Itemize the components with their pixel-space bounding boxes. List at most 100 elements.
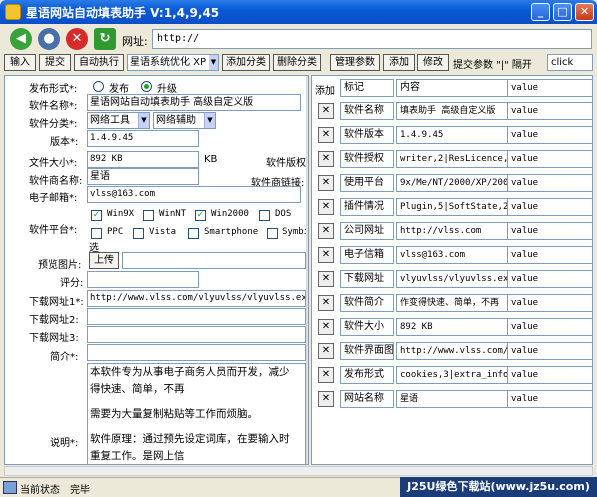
download2-input[interactable] bbox=[87, 308, 306, 325]
delete-row-icon[interactable]: ✕ bbox=[318, 175, 334, 191]
input-button[interactable]: 输入 bbox=[4, 54, 36, 71]
grid-cell-value[interactable]: value bbox=[507, 198, 592, 216]
grid-cell-mark[interactable]: 网站名称 bbox=[340, 390, 394, 408]
grid-cell-mark[interactable]: 软件版本 bbox=[340, 126, 394, 144]
download3-input[interactable] bbox=[87, 326, 306, 343]
preview-input[interactable] bbox=[122, 252, 306, 269]
delete-row-icon[interactable]: ✕ bbox=[318, 127, 334, 143]
param-input[interactable]: click bbox=[547, 54, 593, 71]
close-button[interactable]: ✕ bbox=[575, 3, 594, 21]
grid-cell-value[interactable]: value bbox=[507, 318, 592, 336]
grid-cell-content[interactable]: http://www.vlss.com/v bbox=[396, 342, 508, 360]
delete-row-icon[interactable]: ✕ bbox=[318, 151, 334, 167]
grid-cell-mark[interactable]: 公司网址 bbox=[340, 222, 394, 240]
add-category-button[interactable]: 添加分类 bbox=[222, 54, 270, 71]
grid-cell-content[interactable]: 9x/Me/NT/2000/XP/2003 bbox=[396, 174, 508, 192]
platform-checkbox-dos[interactable] bbox=[259, 210, 270, 221]
form-scrollbar[interactable] bbox=[306, 76, 308, 464]
grid-cell-content[interactable]: 作变得快速、简单，不再 bbox=[396, 294, 508, 312]
grid-cell-content[interactable]: vlss@163.com bbox=[396, 246, 508, 264]
platform-checkbox-smartphone[interactable] bbox=[188, 228, 199, 239]
grid-cell-content[interactable]: Plugin,5|SoftState,2 bbox=[396, 198, 508, 216]
upload-button[interactable]: 上传 bbox=[89, 252, 119, 269]
delete-row-icon[interactable]: ✕ bbox=[318, 343, 334, 359]
grid-cell-value[interactable]: value bbox=[507, 390, 592, 408]
publish-radio[interactable] bbox=[93, 81, 104, 92]
delete-row-icon[interactable]: ✕ bbox=[318, 271, 334, 287]
grid-cell-mark[interactable]: 软件大小 bbox=[340, 318, 394, 336]
platform-checkbox-win9x[interactable]: ✓ bbox=[91, 210, 102, 221]
grid-cell-content[interactable]: http://vlss.com bbox=[396, 222, 508, 240]
delete-row-icon[interactable]: ✕ bbox=[318, 247, 334, 263]
grid-cell-content[interactable]: cookies,3|extra_info, bbox=[396, 366, 508, 384]
grid-cell-mark[interactable]: 下载网址 bbox=[340, 270, 394, 288]
grid-cell-mark[interactable]: 发布形式 bbox=[340, 366, 394, 384]
category-select[interactable]: 星语系统优化 XP ▼ bbox=[127, 54, 219, 71]
grid-cell-content[interactable]: 892 KB bbox=[396, 318, 508, 336]
upgrade-radio[interactable] bbox=[141, 81, 152, 92]
description-textarea[interactable]: 本软件专为从事电子商务人员而开发，减少 得快速、简单，不再 需要为大量复制粘贴等… bbox=[87, 363, 306, 464]
maximize-button[interactable]: □ bbox=[553, 3, 572, 21]
grid-cell-value[interactable]: value bbox=[507, 102, 592, 120]
grid-cell-content[interactable]: vlyuvlss/vlyuvlss.exe bbox=[396, 270, 508, 288]
grid-cell-value[interactable]: value bbox=[507, 294, 592, 312]
grid-cell-mark[interactable]: 电子信箱 bbox=[340, 246, 394, 264]
grid-cell-mark[interactable]: 软件名称 bbox=[340, 102, 394, 120]
grid-cell-content[interactable]: 填表助手 高级自定义版 bbox=[396, 102, 508, 120]
version-input[interactable]: 1.4.9.45 bbox=[87, 130, 199, 147]
category2-select[interactable]: 网络辅助 ▼ bbox=[153, 112, 216, 129]
grid-cell-content[interactable]: writer,2|ResLicence,3 bbox=[396, 150, 508, 168]
add-button[interactable]: 添加 bbox=[383, 54, 415, 71]
category1-select[interactable]: 网络工具 ▼ bbox=[87, 112, 150, 129]
grid-cell-mark[interactable]: 使用平台 bbox=[340, 174, 394, 192]
grid-cell-mark[interactable]: 软件界面图 bbox=[340, 342, 394, 360]
download1-input[interactable]: http://www.vlss.com/vlyuvlss/vlyuvlss.ex… bbox=[87, 290, 306, 307]
delete-row-icon[interactable]: ✕ bbox=[318, 223, 334, 239]
grid-cell-content[interactable]: 星语 bbox=[396, 390, 508, 408]
grid-cell-value[interactable]: value bbox=[507, 222, 592, 240]
back-icon[interactable]: ◀ bbox=[10, 28, 32, 50]
rating-input[interactable] bbox=[87, 271, 199, 288]
grid-header-content: 内容 bbox=[396, 79, 508, 97]
edit-button[interactable]: 修改 bbox=[417, 54, 449, 71]
minimize-button[interactable]: _ bbox=[531, 3, 550, 21]
grid-cell-value[interactable]: value bbox=[507, 270, 592, 288]
refresh-icon[interactable]: ↻ bbox=[94, 28, 116, 50]
delete-row-icon[interactable]: ✕ bbox=[318, 319, 334, 335]
intro-input[interactable] bbox=[87, 344, 306, 361]
horizontal-scrollbar[interactable] bbox=[4, 466, 593, 476]
vendor-input[interactable]: 星语 bbox=[87, 168, 199, 185]
name-input[interactable]: 星语网站自动填表助手 高级自定义版 bbox=[87, 94, 301, 111]
platform-checkbox-winnt[interactable] bbox=[143, 210, 154, 221]
grid-cell-value[interactable]: value bbox=[507, 246, 592, 264]
grid-cell-value[interactable]: value bbox=[507, 342, 592, 360]
delete-row-icon[interactable]: ✕ bbox=[318, 199, 334, 215]
url-input[interactable]: http:// bbox=[152, 29, 592, 49]
delete-category-button[interactable]: 删除分类 bbox=[273, 54, 321, 71]
grid-cell-content[interactable]: 1.4.9.45 bbox=[396, 126, 508, 144]
email-input[interactable]: vlss@163.com bbox=[87, 186, 301, 203]
stop-icon[interactable]: ✕ bbox=[66, 28, 88, 50]
rating-label: 评分: bbox=[60, 278, 84, 289]
manage-params-button[interactable]: 管理参数 bbox=[330, 54, 380, 71]
delete-row-icon[interactable]: ✕ bbox=[318, 367, 334, 383]
size-input[interactable]: 892 KB bbox=[87, 151, 199, 168]
platform-checkbox-symbian[interactable] bbox=[267, 228, 278, 239]
delete-row-icon[interactable]: ✕ bbox=[318, 391, 334, 407]
delete-row-icon[interactable]: ✕ bbox=[318, 295, 334, 311]
platform-checkbox-vista[interactable] bbox=[133, 228, 144, 239]
grid-cell-mark[interactable]: 软件简介 bbox=[340, 294, 394, 312]
grid-cell-mark[interactable]: 插件情况 bbox=[340, 198, 394, 216]
platform-checkbox-win2000[interactable]: ✓ bbox=[195, 210, 206, 221]
submit-button[interactable]: 提交 bbox=[39, 54, 71, 71]
grid-cell-mark[interactable]: 软件授权 bbox=[340, 150, 394, 168]
auto-run-button[interactable]: 自动执行 bbox=[74, 54, 124, 71]
category-label: 软件分类*: bbox=[29, 119, 78, 130]
home-icon[interactable]: ● bbox=[38, 28, 60, 50]
grid-cell-value[interactable]: value bbox=[507, 366, 592, 384]
grid-cell-value[interactable]: value bbox=[507, 126, 592, 144]
platform-checkbox-ppc[interactable] bbox=[91, 228, 102, 239]
grid-cell-value[interactable]: value bbox=[507, 174, 592, 192]
grid-cell-value[interactable]: value bbox=[507, 150, 592, 168]
delete-row-icon[interactable]: ✕ bbox=[318, 103, 334, 119]
